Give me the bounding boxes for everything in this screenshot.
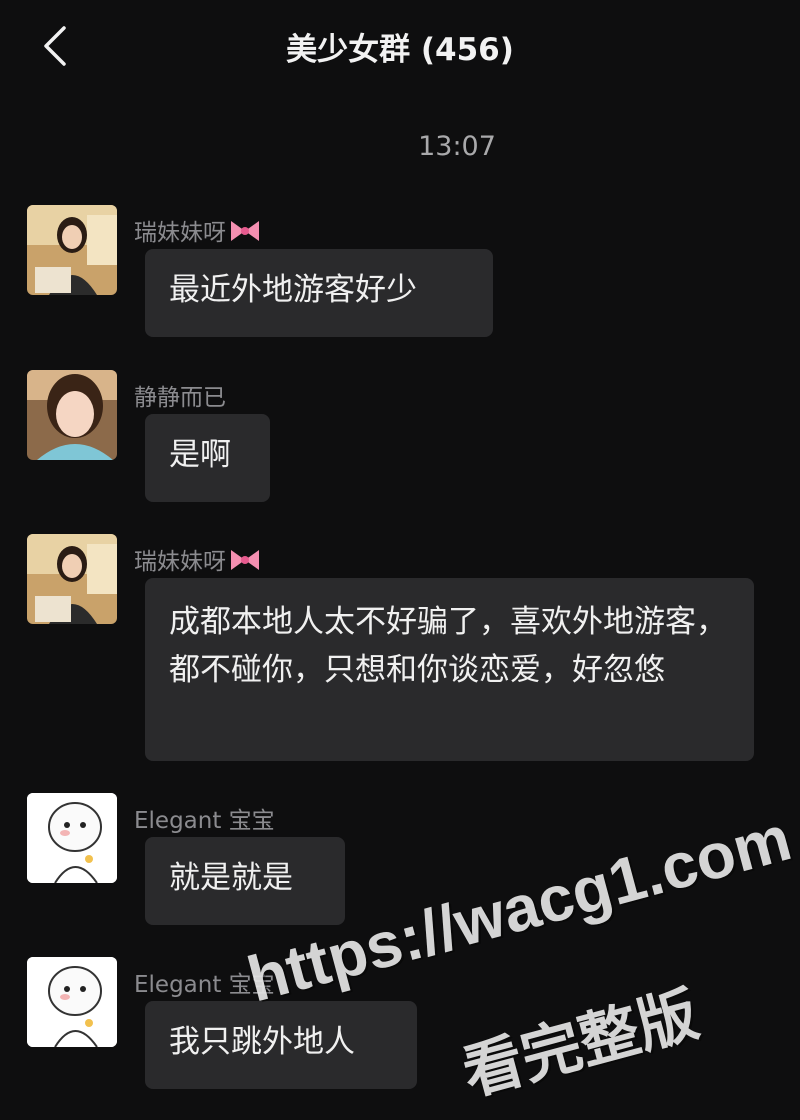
sender-name: 静静而已 xyxy=(134,385,226,411)
watermark-caption: 看完整版 xyxy=(455,980,706,1108)
message-text: 是啊 xyxy=(169,437,231,473)
pink-bow-icon xyxy=(231,549,259,570)
avatar[interactable] xyxy=(27,957,117,1047)
message-bubble[interactable]: 就是就是 xyxy=(145,837,345,925)
sender-name: 瑞妹妹呀 xyxy=(134,213,262,251)
pink-bow-icon xyxy=(231,220,259,241)
message-text: 我只跳外地人 xyxy=(169,1024,355,1060)
sender-name: Elegant 宝宝 xyxy=(134,808,275,834)
avatar[interactable] xyxy=(27,793,117,883)
message-text: 成都本地人太不好骗了，喜欢外地游客，都不碰你，只想和你谈恋爱，好忽悠 xyxy=(169,604,727,688)
message-text: 就是就是 xyxy=(169,860,293,896)
message-bubble[interactable]: 是啊 xyxy=(145,414,270,502)
chat-title: 美少女群 (456) xyxy=(286,32,514,68)
avatar[interactable] xyxy=(27,205,117,295)
avatar[interactable] xyxy=(27,370,117,460)
sender-name: Elegant 宝宝 xyxy=(134,972,275,998)
avatar[interactable] xyxy=(27,534,117,624)
message-text: 最近外地游客好少 xyxy=(169,272,417,308)
sender-name: 瑞妹妹呀 xyxy=(134,542,262,580)
chat-header: 美少女群 (456) xyxy=(0,0,800,92)
message-bubble[interactable]: 我只跳外地人 xyxy=(145,1001,417,1089)
message-bubble[interactable]: 最近外地游客好少 xyxy=(145,249,493,337)
timestamp: 13:07 xyxy=(418,131,496,162)
message-bubble[interactable]: 成都本地人太不好骗了，喜欢外地游客，都不碰你，只想和你谈恋爱，好忽悠 xyxy=(145,578,754,761)
